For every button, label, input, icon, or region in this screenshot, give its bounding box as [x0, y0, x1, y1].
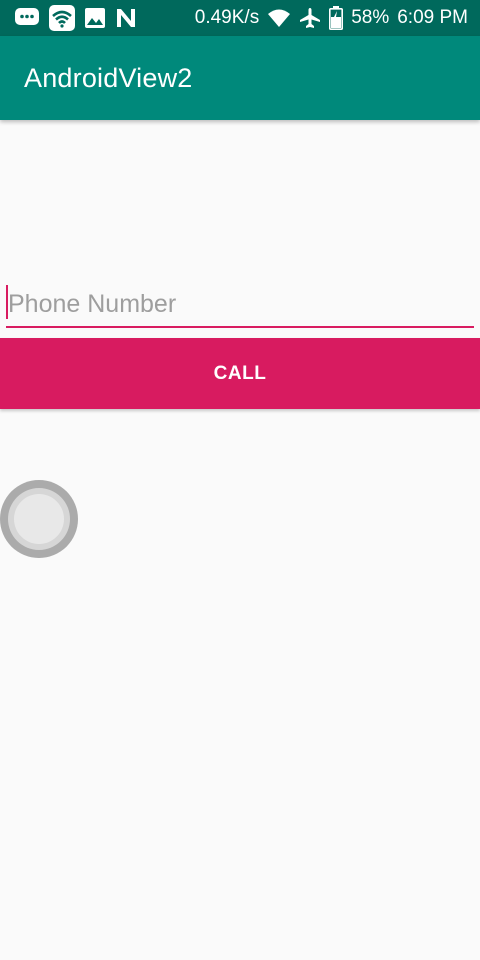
call-button[interactable]: CALL: [0, 338, 480, 409]
status-right-group: 0.49K/s 58% 6:09 PM: [195, 6, 468, 30]
floating-touch-core: [14, 494, 64, 544]
phone-number-field[interactable]: [6, 280, 474, 328]
text-cursor: [6, 285, 8, 319]
chat-bubble-icon: [14, 7, 40, 29]
call-button-label: CALL: [213, 362, 267, 384]
app-bar: AndroidView2: [0, 36, 480, 120]
status-bar: 0.49K/s 58% 6:09 PM: [0, 0, 480, 36]
n-notification-icon: [115, 7, 137, 29]
wifi-icon: [267, 8, 291, 28]
floating-touch-ring: [8, 488, 70, 550]
status-left-icons: [14, 5, 137, 31]
network-speed: 0.49K/s: [194, 7, 260, 28]
battery-percent: 58%: [351, 7, 390, 28]
image-icon: [84, 7, 106, 29]
app-title: AndroidView2: [24, 62, 193, 93]
airplane-icon: [299, 7, 321, 29]
wifi-box-icon: [49, 5, 75, 31]
clock: 6:09 PM: [397, 7, 468, 28]
battery-icon: [329, 6, 344, 30]
floating-touch-button[interactable]: [0, 480, 78, 558]
phone-number-input[interactable]: [6, 280, 474, 326]
